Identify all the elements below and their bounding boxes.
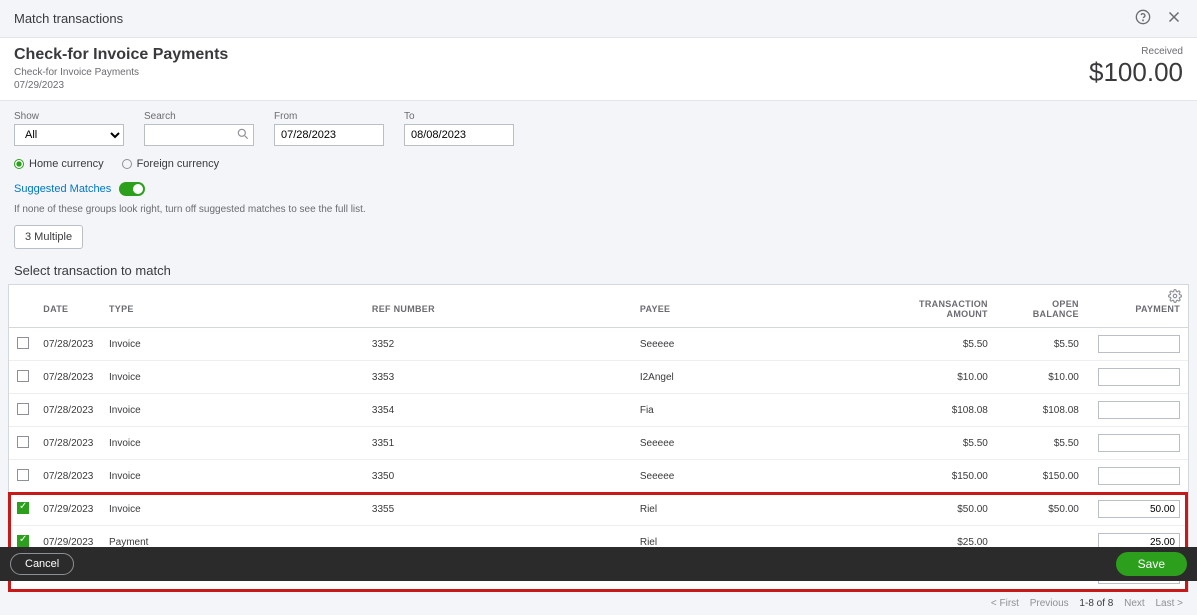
- pager-range: 1-8 of 8: [1079, 598, 1113, 609]
- cell-type: Invoice: [101, 427, 364, 460]
- group-button[interactable]: 3 Multiple: [14, 225, 83, 249]
- home-currency-label: Home currency: [29, 158, 104, 170]
- save-button[interactable]: Save: [1116, 552, 1187, 576]
- gear-icon[interactable]: [1168, 289, 1182, 306]
- row-checkbox[interactable]: [17, 403, 29, 415]
- cell-balance: $5.50: [996, 328, 1087, 361]
- cell-payee: Fia: [632, 394, 895, 427]
- cell-balance: $50.00: [996, 493, 1087, 526]
- cell-amount: $50.00: [895, 493, 996, 526]
- row-checkbox[interactable]: [17, 337, 29, 349]
- row-checkbox[interactable]: [17, 502, 29, 514]
- transaction-subtitle: Check-for Invoice Payments: [14, 66, 228, 79]
- row-checkbox[interactable]: [17, 535, 29, 547]
- payment-input[interactable]: [1098, 434, 1180, 452]
- page-title: Match transactions: [14, 11, 123, 26]
- foreign-currency-label: Foreign currency: [137, 158, 220, 170]
- search-input[interactable]: [144, 124, 254, 146]
- radio-dot: [122, 159, 132, 169]
- cancel-button[interactable]: Cancel: [10, 553, 74, 575]
- cell-amount: $10.00: [895, 361, 996, 394]
- transaction-title: Check-for Invoice Payments: [14, 46, 228, 64]
- cell-type: Invoice: [101, 394, 364, 427]
- cell-date: 07/28/2023: [35, 427, 101, 460]
- table-row[interactable]: 07/28/2023Invoice3354Fia$108.08$108.08: [9, 394, 1188, 427]
- payment-input[interactable]: [1098, 335, 1180, 353]
- pager-last[interactable]: Last >: [1155, 598, 1183, 609]
- search-label: Search: [144, 111, 254, 122]
- cell-payee: Seeeee: [632, 328, 895, 361]
- table-row[interactable]: 07/29/2023Invoice3355Riel$50.00$50.00: [9, 493, 1188, 526]
- section-title: Select transaction to match: [0, 259, 1197, 284]
- col-ref[interactable]: REF NUMBER: [364, 285, 632, 328]
- table-row[interactable]: 07/28/2023Invoice3352Seeeee$5.50$5.50: [9, 328, 1188, 361]
- cell-type: Invoice: [101, 460, 364, 493]
- cell-payee: Riel: [632, 493, 895, 526]
- col-type[interactable]: TYPE: [101, 285, 364, 328]
- to-date-input[interactable]: [404, 124, 514, 146]
- table-row[interactable]: 07/28/2023Invoice3351Seeeee$5.50$5.50: [9, 427, 1188, 460]
- cell-balance: $10.00: [996, 361, 1087, 394]
- home-currency-radio[interactable]: Home currency: [14, 158, 104, 170]
- show-label: Show: [14, 111, 124, 122]
- col-date[interactable]: DATE: [35, 285, 101, 328]
- help-icon[interactable]: [1135, 9, 1151, 28]
- payment-input[interactable]: [1098, 500, 1180, 518]
- cell-type: Invoice: [101, 361, 364, 394]
- cell-ref: 3352: [364, 328, 632, 361]
- foreign-currency-radio[interactable]: Foreign currency: [122, 158, 220, 170]
- close-icon[interactable]: [1165, 8, 1183, 29]
- cell-amount: $5.50: [895, 328, 996, 361]
- cell-ref: 3355: [364, 493, 632, 526]
- cell-type: Invoice: [101, 328, 364, 361]
- col-balance[interactable]: OPEN BALANCE: [996, 285, 1087, 328]
- pager-prev[interactable]: Previous: [1030, 598, 1069, 609]
- cell-type: Invoice: [101, 493, 364, 526]
- col-checkbox: [9, 285, 35, 328]
- pager-next[interactable]: Next: [1124, 598, 1145, 609]
- show-select[interactable]: All: [14, 124, 124, 146]
- row-checkbox[interactable]: [17, 469, 29, 481]
- row-checkbox[interactable]: [17, 436, 29, 448]
- transaction-date: 07/29/2023: [14, 79, 228, 92]
- payment-input[interactable]: [1098, 401, 1180, 419]
- cell-date: 07/28/2023: [35, 394, 101, 427]
- table-row[interactable]: 07/28/2023Invoice3353I2Angel$10.00$10.00: [9, 361, 1188, 394]
- received-amount: $100.00: [1089, 57, 1183, 88]
- suggested-matches-label: Suggested Matches: [14, 183, 111, 195]
- payment-input[interactable]: [1098, 467, 1180, 485]
- cell-date: 07/29/2023: [35, 493, 101, 526]
- cell-balance: $5.50: [996, 427, 1087, 460]
- pager-first[interactable]: < First: [991, 598, 1019, 609]
- cell-date: 07/28/2023: [35, 460, 101, 493]
- cell-balance: $108.08: [996, 394, 1087, 427]
- cell-ref: 3350: [364, 460, 632, 493]
- payment-input[interactable]: [1098, 368, 1180, 386]
- cell-date: 07/28/2023: [35, 328, 101, 361]
- row-checkbox[interactable]: [17, 370, 29, 382]
- table-row[interactable]: 07/28/2023Invoice3350Seeeee$150.00$150.0…: [9, 460, 1188, 493]
- cell-amount: $108.08: [895, 394, 996, 427]
- cell-payee: Seeeee: [632, 427, 895, 460]
- to-label: To: [404, 111, 514, 122]
- cell-ref: 3354: [364, 394, 632, 427]
- cell-amount: $5.50: [895, 427, 996, 460]
- suggested-matches-toggle[interactable]: [119, 182, 145, 196]
- col-amount[interactable]: TRANSACTION AMOUNT: [895, 285, 996, 328]
- from-date-input[interactable]: [274, 124, 384, 146]
- radio-dot-selected: [14, 159, 24, 169]
- cell-balance: $150.00: [996, 460, 1087, 493]
- col-payee[interactable]: PAYEE: [632, 285, 895, 328]
- cell-ref: 3351: [364, 427, 632, 460]
- cell-payee: Seeeee: [632, 460, 895, 493]
- received-label: Received: [1089, 46, 1183, 57]
- from-label: From: [274, 111, 384, 122]
- cell-date: 07/28/2023: [35, 361, 101, 394]
- cell-payee: I2Angel: [632, 361, 895, 394]
- suggested-hint: If none of these groups look right, turn…: [0, 202, 1197, 225]
- cell-ref: 3353: [364, 361, 632, 394]
- cell-amount: $150.00: [895, 460, 996, 493]
